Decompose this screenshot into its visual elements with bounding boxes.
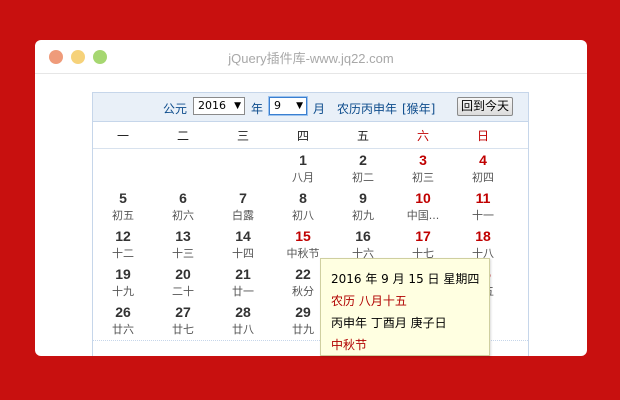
day-cell[interactable]: 14 十四 [213, 226, 273, 264]
day-number: 17 [415, 228, 431, 244]
day-number: 10 [415, 190, 431, 206]
weekday-tue: 二 [176, 129, 189, 143]
day-cell[interactable]: 4 初四 [453, 150, 513, 188]
weekday-thu: 四 [296, 129, 309, 143]
day-detail-tooltip: 2016 年 9 月 15 日 星期四 农历 八月十五 丙申年 丁酉月 庚子日 … [320, 258, 490, 356]
day-lunar-label: 中国... [406, 209, 440, 222]
day-cell[interactable]: 3 初三 [393, 150, 453, 188]
day-cell[interactable]: 11 十一 [453, 188, 513, 226]
day-number: 27 [175, 304, 191, 320]
day-cell[interactable]: 27 廿七 [153, 302, 213, 340]
day-cell[interactable]: 9 初九 [333, 188, 393, 226]
day-number: 11 [475, 190, 491, 206]
day-number: 14 [235, 228, 251, 244]
day-cell[interactable]: 21 廿一 [213, 264, 273, 302]
window-title: jQuery插件库-www.jq22.com [228, 51, 394, 66]
day-number: 19 [115, 266, 131, 282]
day-cell[interactable]: 7 白露 [213, 188, 273, 226]
calendar-header: 公元 2016 ▼ 年 9 ▼ 月 农历丙申年 [猴年] 回到今天 [93, 93, 528, 122]
weekday-wed: 三 [236, 129, 249, 143]
day-cell[interactable]: 8 初八 [273, 188, 333, 226]
day-cell[interactable]: 12 十二 [93, 226, 153, 264]
day-number: 20 [175, 266, 191, 282]
day-cell[interactable]: 10 中国... [393, 188, 453, 226]
browser-window: jQuery插件库-www.jq22.com 公元 2016 ▼ 年 9 ▼ 月… [35, 40, 587, 356]
day-number: 12 [115, 228, 131, 244]
month-unit-label: 月 [313, 102, 326, 116]
day-number: 1 [299, 152, 307, 168]
day-lunar-label: 八月 [292, 171, 314, 184]
dropdown-arrow-icon: ▼ [296, 101, 303, 111]
day-number: 16 [355, 228, 371, 244]
tooltip-date: 2016 年 9 月 15 日 星期四 [331, 272, 480, 286]
zodiac-label: [猴年] [402, 102, 436, 116]
day-cell[interactable]: 26 廿六 [93, 302, 153, 340]
day-number: 4 [479, 152, 487, 168]
day-cell[interactable]: 6 初六 [153, 188, 213, 226]
day-lunar-label: 初四 [472, 171, 494, 184]
day-cell[interactable]: 19 十九 [93, 264, 153, 302]
day-number: 6 [179, 190, 187, 206]
day-lunar-label: 廿八 [232, 323, 254, 336]
day-number: 26 [115, 304, 131, 320]
day-number: 3 [419, 152, 427, 168]
day-cell[interactable]: 13 十三 [153, 226, 213, 264]
day-lunar-label: 初九 [352, 209, 374, 222]
day-number: 8 [299, 190, 307, 206]
day-number: 7 [239, 190, 247, 206]
dropdown-arrow-icon: ▼ [234, 101, 241, 111]
weekday-sat: 六 [416, 129, 429, 143]
weekday-fri: 五 [356, 129, 369, 143]
year-unit-label: 年 [251, 102, 264, 116]
day-number: 13 [175, 228, 191, 244]
day-lunar-label: 廿六 [112, 323, 134, 336]
day-lunar-label: 初八 [292, 209, 314, 222]
day-number: 2 [359, 152, 367, 168]
day-number: 21 [235, 266, 251, 282]
era-label: 公元 [163, 102, 188, 116]
back-to-today-button[interactable]: 回到今天 [457, 97, 513, 116]
month-select-value: 9 [274, 99, 281, 112]
day-cell[interactable]: 2 初二 [333, 150, 393, 188]
day-lunar-label: 十三 [172, 247, 194, 260]
day-cell[interactable]: 28 廿八 [213, 302, 273, 340]
tooltip-lunar-date: 农历 八月十五 [331, 294, 407, 308]
month-select[interactable]: 9 ▼ [269, 97, 307, 115]
day-cell[interactable]: 5 初五 [93, 188, 153, 226]
weekday-sun: 日 [476, 129, 489, 143]
day-number: 9 [359, 190, 367, 206]
day-cell[interactable]: 20 二十 [153, 264, 213, 302]
year-select[interactable]: 2016 ▼ [193, 97, 245, 115]
day-lunar-label: 廿一 [232, 285, 254, 298]
weekday-mon: 一 [116, 129, 129, 143]
day-number: 28 [235, 304, 251, 320]
day-lunar-label: 十二 [112, 247, 134, 260]
weekday-header-row: 一 二 三 四 五 六 日 [93, 122, 528, 149]
day-lunar-label: 初六 [172, 209, 194, 222]
tooltip-ganzhi: 丙申年 丁酉月 庚子日 [331, 316, 447, 330]
day-cell[interactable]: 1 八月 [273, 150, 333, 188]
day-number: 18 [475, 228, 491, 244]
day-lunar-label: 白露 [232, 209, 254, 222]
day-lunar-label: 十九 [112, 285, 134, 298]
title-bar: jQuery插件库-www.jq22.com [35, 40, 587, 74]
lunar-year-label: 农历丙申年 [337, 102, 398, 116]
day-lunar-label: 初五 [112, 209, 134, 222]
day-number: 5 [119, 190, 127, 206]
tooltip-festival: 中秋节 [331, 338, 368, 352]
day-lunar-label: 初二 [352, 171, 374, 184]
day-lunar-label: 廿七 [172, 323, 194, 336]
day-number: 15 [295, 228, 311, 244]
year-select-value: 2016 [198, 99, 226, 112]
day-lunar-label: 初三 [412, 171, 434, 184]
day-lunar-label: 二十 [172, 285, 194, 298]
day-lunar-label: 十四 [232, 247, 254, 260]
day-lunar-label: 十一 [472, 209, 494, 222]
